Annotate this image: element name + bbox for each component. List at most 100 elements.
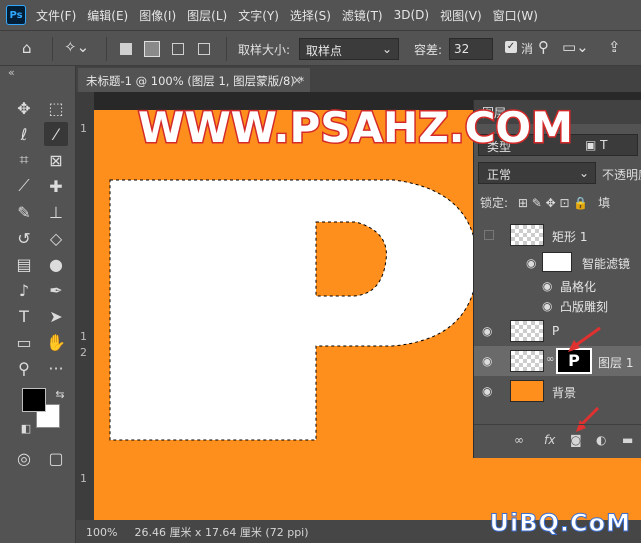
- move-tool-icon[interactable]: ✥: [12, 96, 36, 120]
- stamp-tool-icon[interactable]: ⊥: [44, 200, 68, 224]
- eye-icon[interactable]: ◉: [542, 299, 552, 313]
- watermark-bottom: UiBQ.CoM: [489, 509, 631, 538]
- sample-size-value: 取样点: [306, 44, 343, 58]
- visibility-toggle[interactable]: [484, 230, 494, 240]
- layers-panel: 图层 类型 ▣ T 正常 ⌄ 不透明度 锁定: ⊞ ✎ ✥ ⊡ 🔒 填 矩形 1…: [473, 100, 641, 458]
- menu-layer[interactable]: 图层(L): [187, 7, 227, 24]
- eraser-tool-icon[interactable]: ◇: [44, 226, 68, 250]
- separator: [52, 37, 53, 61]
- link-layers-icon[interactable]: ∞: [514, 433, 524, 447]
- ruler-label: 1: [80, 330, 87, 343]
- layer-name: 背景: [552, 386, 577, 400]
- lock-icons[interactable]: ⊞ ✎ ✥ ⊡ 🔒: [518, 196, 588, 210]
- frame-tool-icon[interactable]: ⊠: [44, 148, 68, 172]
- blend-mode-value: 正常: [487, 168, 512, 182]
- filter-icons[interactable]: ▣ T: [585, 138, 607, 152]
- eye-icon[interactable]: ◉: [482, 354, 492, 368]
- path-selection-icon[interactable]: ➤: [44, 304, 68, 328]
- menu-3d[interactable]: 3D(D): [394, 8, 429, 22]
- magic-wand-preset-icon[interactable]: ✧⌄: [64, 38, 89, 56]
- pen-tool-icon[interactable]: ✒: [44, 278, 68, 302]
- zoom-tool-icon[interactable]: ⚲: [12, 356, 36, 380]
- menu-select[interactable]: 选择(S): [290, 7, 331, 24]
- filter-row[interactable]: ◉ 晶格化: [474, 276, 641, 296]
- history-brush-icon[interactable]: ↺: [12, 226, 36, 250]
- smart-filter-row[interactable]: ◉ 智能滤镜: [474, 250, 641, 276]
- rectangle-tool-icon[interactable]: ▭: [12, 330, 36, 354]
- more-tools-icon[interactable]: ···: [44, 356, 68, 380]
- marquee-tool-icon[interactable]: ⬚: [44, 96, 68, 120]
- filter-row[interactable]: ◉ 凸版雕刻: [474, 296, 641, 316]
- document-tab[interactable]: 未标题-1 @ 100% (图层 1, 图层蒙版/8) * ×: [78, 68, 310, 92]
- magic-wand-tool-icon[interactable]: ⁄: [44, 122, 68, 146]
- fx-icon[interactable]: fx: [544, 433, 555, 447]
- blur-tool-icon[interactable]: ●: [44, 252, 68, 276]
- close-icon[interactable]: ×: [292, 73, 302, 87]
- workspace-icon[interactable]: ▭⌄: [562, 38, 589, 56]
- link-icon[interactable]: ∞: [546, 354, 554, 365]
- menu-view[interactable]: 视图(V): [440, 7, 482, 24]
- smart-filter-mask: [542, 252, 572, 272]
- dodge-tool-icon[interactable]: ♪: [12, 278, 36, 302]
- layer-row[interactable]: 矩形 1: [474, 220, 641, 250]
- adjustment-layer-icon[interactable]: ◐: [596, 433, 606, 447]
- healing-brush-icon[interactable]: ✚: [44, 174, 68, 198]
- gradient-tool-icon[interactable]: ▤: [12, 252, 36, 276]
- new-group-icon[interactable]: ▬: [622, 433, 633, 447]
- blend-mode-select[interactable]: 正常 ⌄: [478, 162, 596, 184]
- layer-row[interactable]: ◉ 背景: [474, 376, 641, 406]
- home-icon[interactable]: ⌂: [22, 39, 32, 57]
- menu-image[interactable]: 图像(I): [139, 7, 176, 24]
- antialias-checkbox[interactable]: ✓: [505, 41, 517, 53]
- layer-name: 凸版雕刻: [560, 300, 609, 314]
- search-icon[interactable]: ⚲: [538, 38, 549, 56]
- menu-type[interactable]: 文字(Y): [238, 7, 279, 24]
- zoom-level[interactable]: 100%: [86, 526, 117, 539]
- intersect-selection-icon[interactable]: [198, 43, 210, 55]
- layer-name: P: [552, 324, 560, 338]
- tolerance-input[interactable]: 32: [449, 38, 493, 60]
- menu-window[interactable]: 窗口(W): [493, 7, 538, 24]
- menu-file[interactable]: 文件(F): [36, 7, 76, 24]
- swap-colors-icon[interactable]: ⇆: [48, 382, 72, 406]
- share-icon[interactable]: ⇪: [608, 38, 621, 56]
- eye-icon[interactable]: ◉: [482, 384, 492, 398]
- layer-row[interactable]: ◉ P: [474, 316, 641, 346]
- crop-tool-icon[interactable]: ⌗: [12, 148, 36, 172]
- lock-label: 锁定:: [480, 196, 509, 210]
- quick-mask-icon[interactable]: ◎: [12, 446, 36, 470]
- layer-name: 智能滤镜: [582, 257, 631, 271]
- eye-icon[interactable]: ◉: [526, 256, 536, 270]
- ruler-label: 1: [80, 472, 87, 485]
- layer-thumbnail: [510, 380, 544, 402]
- lasso-tool-icon[interactable]: ℓ: [12, 122, 36, 146]
- default-colors-icon[interactable]: ◧: [14, 416, 38, 440]
- add-to-selection-icon[interactable]: [144, 41, 160, 57]
- new-selection-icon[interactable]: [120, 43, 132, 55]
- separator: [226, 37, 227, 61]
- add-mask-icon[interactable]: ◙: [570, 433, 582, 447]
- type-tool-icon[interactable]: T: [12, 304, 36, 328]
- brush-tool-icon[interactable]: ✎: [12, 200, 36, 224]
- eyedropper-tool-icon[interactable]: ⟋: [12, 174, 36, 198]
- chevron-down-icon: ⌄: [381, 42, 392, 56]
- layers-panel-footer: ∞ fx ◙ ◐ ▬: [474, 424, 641, 458]
- eye-icon[interactable]: ◉: [482, 324, 492, 338]
- menu-edit[interactable]: 编辑(E): [87, 7, 128, 24]
- screen-mode-icon[interactable]: ▢: [44, 446, 68, 470]
- ruler-label: 2: [80, 346, 87, 359]
- vertical-ruler: 1 1 2 1: [76, 92, 94, 520]
- hand-tool-icon[interactable]: ✋: [44, 330, 68, 354]
- layer-row-selected[interactable]: ◉ ∞ P 图层 1: [474, 346, 641, 376]
- document-info: 26.46 厘米 x 17.64 厘米 (72 ppi): [134, 526, 309, 539]
- menu-filter[interactable]: 滤镜(T): [342, 7, 383, 24]
- subtract-selection-icon[interactable]: [172, 43, 184, 55]
- watermark-top: WWW.PSAHZ.COM: [137, 102, 575, 154]
- layer-thumbnail: [510, 320, 544, 342]
- collapse-icon[interactable]: «: [8, 66, 15, 79]
- eye-icon[interactable]: ◉: [542, 279, 552, 293]
- layer-name: 晶格化: [560, 280, 597, 294]
- menu-bar: Ps 文件(F) 编辑(E) 图像(I) 图层(L) 文字(Y) 选择(S) 滤…: [0, 0, 641, 30]
- foreground-color[interactable]: [22, 388, 46, 412]
- sample-size-select[interactable]: 取样点 ⌄: [299, 38, 399, 60]
